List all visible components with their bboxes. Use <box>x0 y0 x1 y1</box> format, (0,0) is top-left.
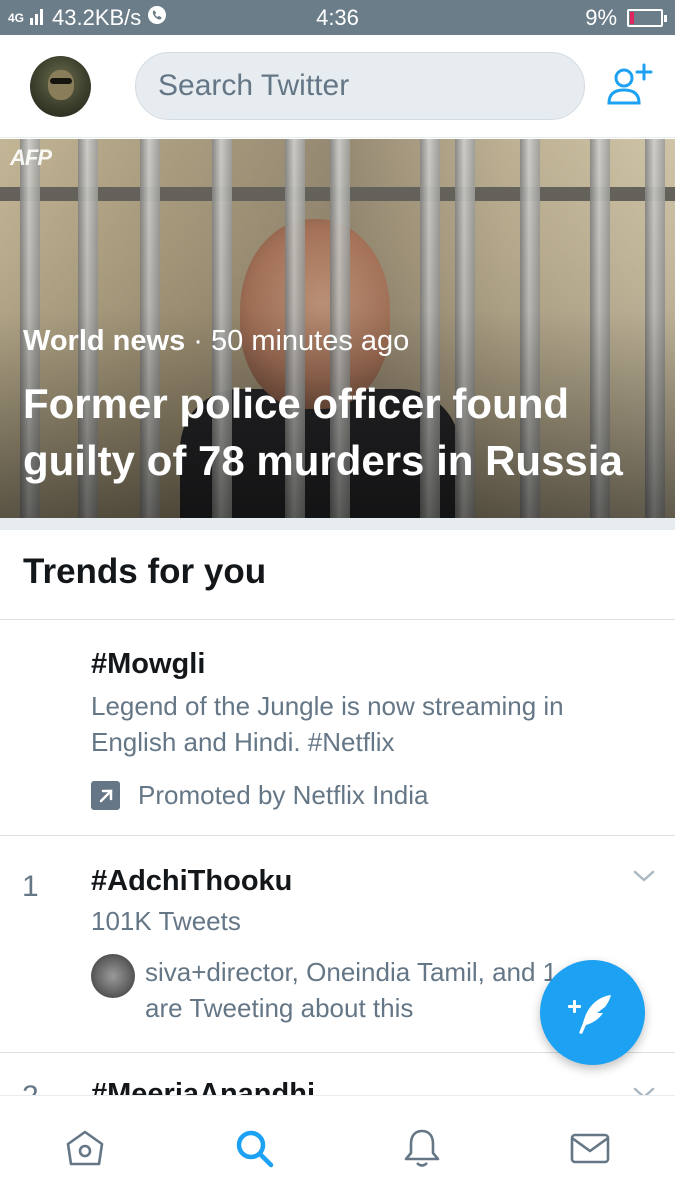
compose-feather-icon <box>567 994 611 1034</box>
battery-icon <box>627 9 667 27</box>
promoted-icon <box>91 781 120 810</box>
home-icon[interactable] <box>63 1126 107 1170</box>
avatar-glasses <box>50 78 72 84</box>
divider <box>0 835 675 836</box>
trend-description: Legend of the Jungle is now streaming in… <box>91 691 564 757</box>
promoted-text: Promoted by Netflix India <box>138 780 429 810</box>
hero-separator: · <box>193 325 203 357</box>
search-icon[interactable] <box>232 1126 276 1170</box>
hero-category: World news <box>23 325 186 357</box>
search-input[interactable]: Search Twitter <box>135 52 585 120</box>
avatar-face <box>48 70 74 100</box>
compose-tweet-button[interactable] <box>540 960 645 1065</box>
hero-headline: Former police officer found guilty of 78… <box>23 380 623 484</box>
trend-count: 101K Tweets <box>91 906 241 936</box>
bottom-nav <box>0 1095 675 1200</box>
clock: 4:36 <box>316 5 359 30</box>
profile-avatar[interactable] <box>30 56 91 117</box>
promoted-label: Promoted by Netflix India <box>91 780 428 811</box>
trend-rank: 1 <box>22 870 39 903</box>
afp-watermark: AFP <box>10 145 52 170</box>
battery-percent: 9% <box>585 5 617 30</box>
divider <box>0 619 675 620</box>
hero-time: 50 minutes ago <box>211 325 410 357</box>
trends-title: Trends for you <box>23 552 267 591</box>
chevron-down-icon[interactable] <box>632 868 656 884</box>
news-hero-card[interactable]: AFP World news · 50 minutes ago Former p… <box>0 139 675 518</box>
add-user-icon[interactable] <box>604 63 654 109</box>
context-avatar <box>91 954 135 998</box>
section-gap <box>0 518 675 530</box>
status-bar: 4G 43.2KB/s 4:36 9% <box>0 0 675 35</box>
trend-name: #Mowgli <box>91 648 206 680</box>
trend-name: #AdchiThooku <box>91 865 293 897</box>
top-bar: Search Twitter <box>0 35 675 138</box>
messages-icon[interactable] <box>568 1126 612 1170</box>
search-placeholder: Search Twitter <box>158 69 350 102</box>
hero-meta: World news · 50 minutes ago <box>23 325 409 358</box>
status-right: 9% <box>585 5 667 31</box>
notifications-icon[interactable] <box>400 1126 444 1170</box>
